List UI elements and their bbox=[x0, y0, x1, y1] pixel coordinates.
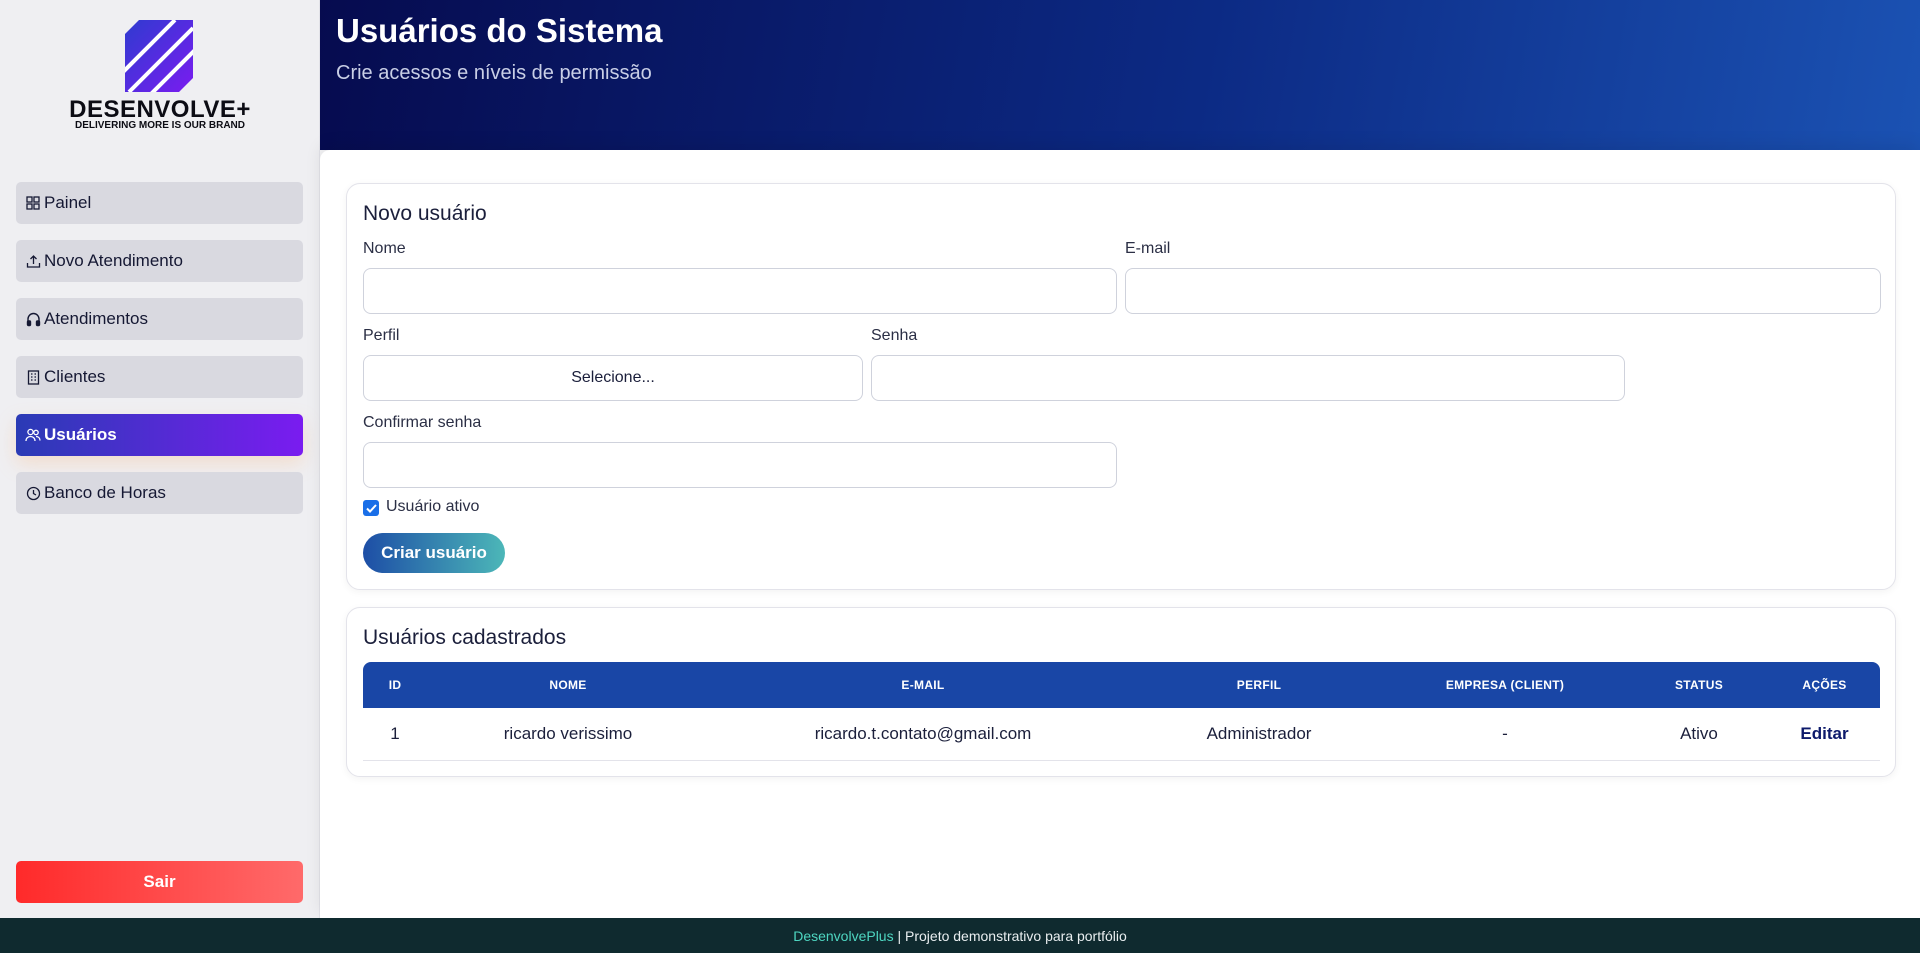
users-list: Usuários cadastrados ID NOME E-MAIL PERF… bbox=[346, 607, 1896, 777]
create-user-button[interactable]: Criar usuário bbox=[363, 533, 505, 573]
footer: DesenvolvePlus | Projeto demonstrativo p… bbox=[0, 918, 1920, 953]
column-header: AÇÕES bbox=[1802, 678, 1847, 692]
page-title: Usuários do Sistema bbox=[336, 12, 663, 49]
logo: DESENVOLVE+ DELIVERING MORE IS OUR BRAND bbox=[0, 20, 320, 140]
sidebar-item-label: Novo Atendimento bbox=[44, 251, 183, 270]
cell-company: - bbox=[1381, 708, 1629, 761]
table-row: 1 ricardo verissimo ricardo.t.contato@gm… bbox=[363, 708, 1880, 761]
page-subtitle: Crie acessos e níveis de permissão bbox=[336, 62, 652, 84]
check-icon bbox=[365, 503, 377, 513]
footer-brand: DesenvolvePlus bbox=[793, 927, 894, 944]
sidebar: DESENVOLVE+ DELIVERING MORE IS OUR BRAND… bbox=[0, 0, 320, 918]
sidebar-item-atendimentos[interactable]: Atendimentos bbox=[16, 298, 303, 340]
new-user-form: Novo usuário Nome E-mail Perfil Selecion… bbox=[346, 183, 1896, 590]
column-header: NOME bbox=[549, 678, 587, 692]
cell-status: Ativo bbox=[1629, 708, 1769, 761]
sidebar-item-label: Usuários bbox=[44, 425, 117, 444]
logo-mark-icon bbox=[125, 20, 193, 92]
column-header: E-MAIL bbox=[901, 678, 945, 692]
cell-profile: Administrador bbox=[1137, 708, 1381, 761]
column-header: STATUS bbox=[1674, 678, 1724, 692]
cell-name: ricardo verissimo bbox=[427, 708, 709, 761]
clock-icon bbox=[25, 485, 41, 501]
sidebar-item-banco-de-horas[interactable]: Banco de Horas bbox=[16, 472, 303, 514]
active-checkbox[interactable] bbox=[363, 500, 379, 516]
cell-email: ricardo.t.contato@gmail.com bbox=[709, 708, 1137, 761]
brand-tagline: DELIVERING MORE IS OUR BRAND bbox=[74, 120, 245, 131]
column-header: PERFIL bbox=[1236, 678, 1282, 692]
sidebar-item-novo-atendimento[interactable]: Novo Atendimento bbox=[16, 240, 303, 282]
sidebar-item-label: Painel bbox=[44, 193, 92, 212]
list-title: Usuários cadastrados bbox=[363, 626, 567, 649]
main-content: Novo usuário Nome E-mail Perfil Selecion… bbox=[320, 150, 1920, 918]
name-field[interactable] bbox=[363, 268, 1117, 314]
cell-id: 1 bbox=[363, 708, 427, 761]
sidebar-item-label: Atendimentos bbox=[44, 309, 148, 328]
sidebar-item-label: Clientes bbox=[44, 367, 106, 386]
logout-button[interactable]: Sair bbox=[16, 861, 303, 903]
headphones-icon bbox=[25, 311, 41, 327]
footer-text: | Projeto demonstrativo para portfólio bbox=[893, 927, 1127, 944]
profile-select[interactable]: Selecione... bbox=[363, 355, 863, 401]
email-label: E-mail bbox=[1125, 240, 1171, 257]
confirm-password-label: Confirmar senha bbox=[363, 414, 482, 431]
users-icon bbox=[25, 427, 41, 443]
password-label: Senha bbox=[871, 327, 918, 344]
active-label: Usuário ativo bbox=[386, 498, 480, 515]
grid-icon bbox=[25, 195, 41, 211]
sidebar-item-clientes[interactable]: Clientes bbox=[16, 356, 303, 398]
page-header: Usuários do Sistema Crie acessos e nívei… bbox=[320, 0, 1920, 150]
confirm-password-field[interactable] bbox=[363, 442, 1117, 488]
building-icon bbox=[25, 369, 41, 385]
edit-link[interactable]: Editar bbox=[1769, 708, 1880, 761]
form-title: Novo usuário bbox=[363, 202, 487, 225]
sidebar-item-painel[interactable]: Painel bbox=[16, 182, 303, 224]
sidebar-item-usuarios[interactable]: Usuários bbox=[16, 414, 303, 456]
email-field[interactable] bbox=[1125, 268, 1881, 314]
column-header: ID bbox=[388, 678, 402, 692]
sidebar-item-label: Banco de Horas bbox=[44, 483, 166, 502]
upload-icon bbox=[25, 253, 41, 269]
name-label: Nome bbox=[363, 240, 406, 257]
password-field[interactable] bbox=[871, 355, 1625, 401]
table-header-row: ID NOME E-MAIL PERFIL EMPRESA (CLIENT) S… bbox=[363, 662, 1880, 708]
column-header: EMPRESA (CLIENT) bbox=[1445, 678, 1565, 692]
sidebar-nav: Painel Novo Atendimento Atendimentos Cli… bbox=[16, 182, 303, 530]
profile-label: Perfil bbox=[363, 327, 400, 344]
users-table: ID NOME E-MAIL PERFIL EMPRESA (CLIENT) S… bbox=[363, 662, 1880, 761]
